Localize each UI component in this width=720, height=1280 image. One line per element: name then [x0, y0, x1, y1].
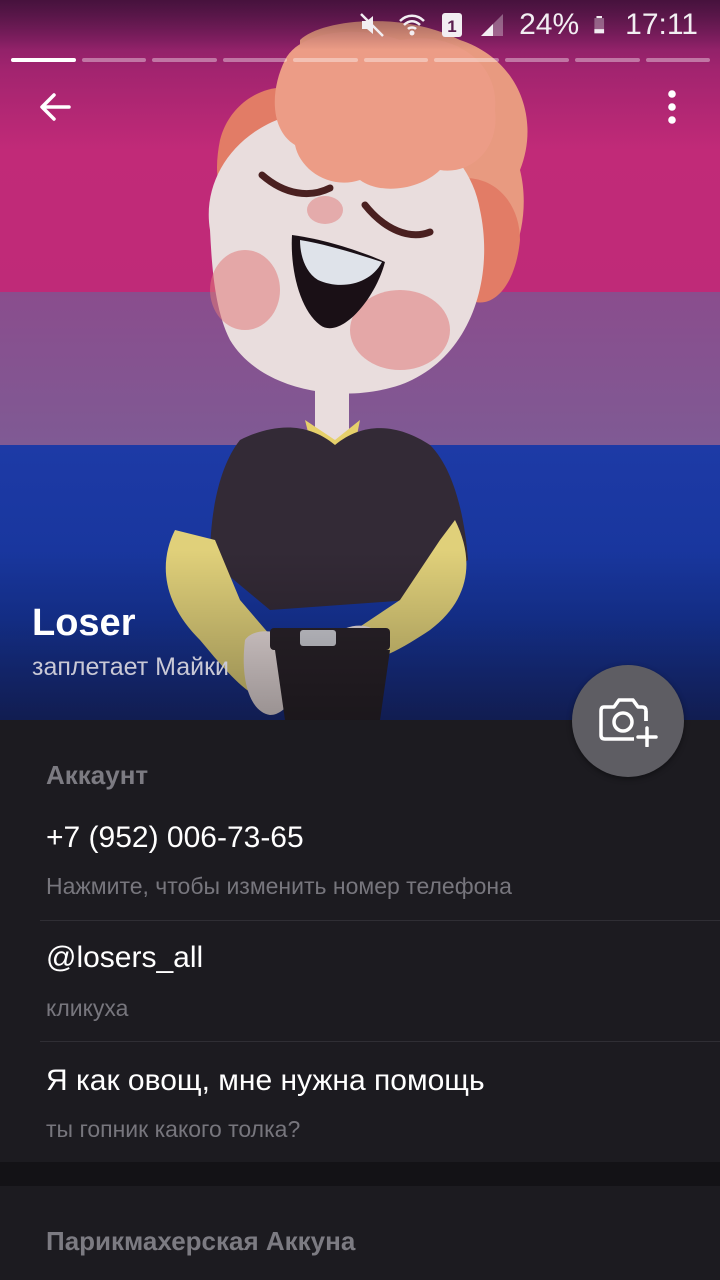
phone-row[interactable]: +7 (952) 006-73-65 Нажмите, чтобы измени… — [0, 810, 720, 920]
more-options-button[interactable] — [652, 82, 692, 132]
clock: 17:11 — [625, 8, 698, 41]
account-section: Аккаунт +7 (952) 006-73-65 Нажмите, чтоб… — [0, 720, 720, 1162]
signal-icon — [481, 14, 504, 36]
bio-hint: ты гопник какого толка? — [46, 1116, 301, 1142]
progress-segment — [504, 58, 569, 62]
svg-text:1: 1 — [447, 17, 456, 36]
bio-text: Я как овощ, мне нужна помощь — [46, 1064, 485, 1097]
profile-photo[interactable]: 1 24% 17:11 Loser заплетает Майки — [0, 0, 720, 720]
mute-icon — [360, 13, 384, 37]
more-vert-icon — [668, 90, 676, 124]
username-hint: кликуха — [46, 995, 129, 1021]
section-title-account: Аккаунт — [46, 760, 149, 790]
bio-row[interactable]: Я как овощ, мне нужна помощь ты гопник к… — [0, 1042, 720, 1162]
profile-status: заплетает Майки — [32, 653, 229, 681]
back-button[interactable] — [30, 82, 80, 132]
progress-segment — [645, 58, 710, 62]
story-progress — [11, 58, 710, 62]
add-photo-camera-icon — [599, 698, 658, 747]
progress-segment — [222, 58, 287, 62]
progress-segment — [363, 58, 428, 62]
progress-segment — [434, 58, 499, 62]
profile-name: Loser — [32, 602, 136, 644]
battery-percent: 24% — [519, 8, 580, 41]
section-separator — [0, 1162, 720, 1186]
username: @losers_all — [46, 941, 204, 974]
battery-icon — [594, 16, 605, 34]
status-bar: 1 24% 17:11 — [0, 0, 720, 50]
username-row[interactable]: @losers_all кликуха — [0, 921, 720, 1041]
progress-segment — [575, 58, 640, 62]
section-title-next: Парикмахерская Аккуна — [46, 1226, 356, 1256]
phone-number: +7 (952) 006-73-65 — [46, 821, 304, 854]
sim-1-icon: 1 — [442, 13, 463, 37]
progress-segment — [293, 58, 358, 62]
set-photo-button[interactable] — [572, 665, 684, 777]
progress-segment — [11, 58, 76, 62]
wifi-icon — [399, 14, 425, 36]
next-section: Парикмахерская Аккуна — [0, 1186, 720, 1280]
progress-segment — [152, 58, 217, 62]
phone-hint: Нажмите, чтобы изменить номер телефона — [46, 873, 512, 899]
arrow-back-icon — [40, 93, 71, 121]
progress-segment — [81, 58, 146, 62]
